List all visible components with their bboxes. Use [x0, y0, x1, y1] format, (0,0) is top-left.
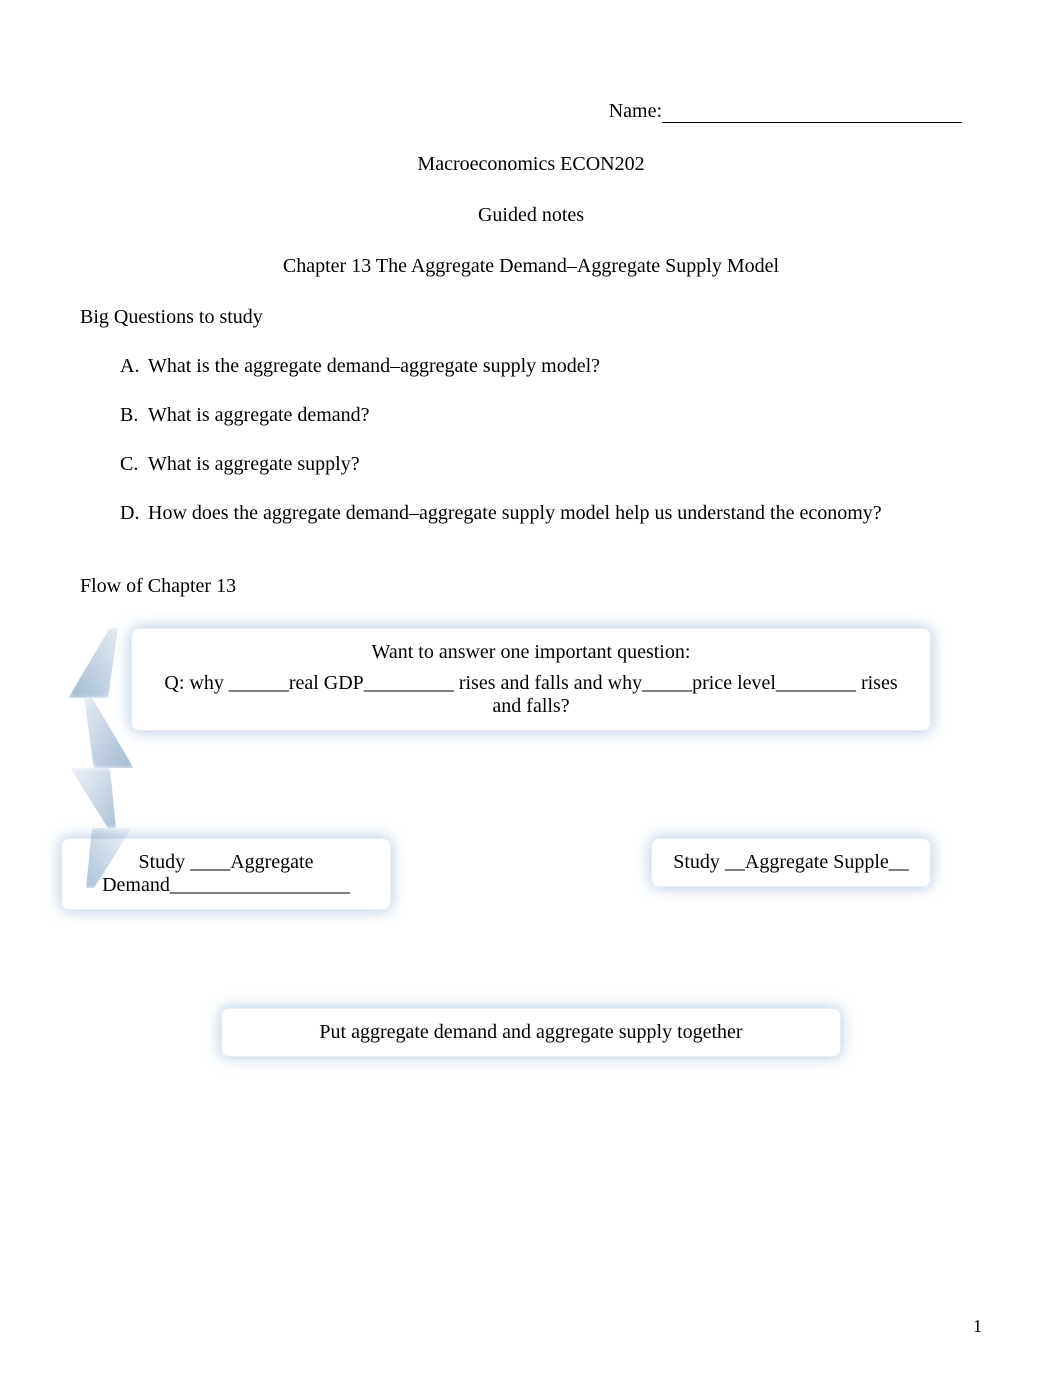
right-blank: __Aggregate Supple__	[725, 851, 909, 873]
flow-top-question: Q: why ______real GDP_________ rises and…	[152, 672, 910, 718]
list-item: D.How does the aggregate demand–aggregat…	[120, 502, 982, 525]
flow-right-box: Study __Aggregate Supple__	[651, 838, 931, 887]
flow-diagram: Want to answer one important question: Q…	[81, 628, 981, 1148]
subtitle: Guided notes	[80, 204, 982, 227]
course-title: Macroeconomics ECON202	[80, 153, 982, 176]
flow-top-box: Want to answer one important question: Q…	[131, 628, 931, 731]
flow-top-line1: Want to answer one important question:	[152, 641, 910, 664]
flow-chapter-title: Flow of Chapter 13	[80, 575, 982, 598]
arrow-icon	[70, 768, 132, 828]
list-marker: A.	[120, 355, 148, 378]
list-item: A.What is the aggregate demand–aggregate…	[120, 355, 982, 378]
list-item: B.What is aggregate demand?	[120, 404, 982, 427]
big-questions-list: A.What is the aggregate demand–aggregate…	[120, 355, 982, 525]
q-blank1: ______real GDP_________	[229, 672, 454, 694]
arrow-icon	[68, 628, 133, 698]
name-label: Name:	[609, 100, 662, 122]
arrow-icon	[68, 698, 133, 768]
list-marker: C.	[120, 453, 148, 476]
q-mid1: rises and falls and why	[454, 672, 642, 694]
list-marker: B.	[120, 404, 148, 427]
list-text: What is aggregate supply?	[148, 453, 360, 475]
list-text: What is the aggregate demand–aggregate s…	[148, 355, 600, 377]
list-item: C.What is aggregate supply?	[120, 453, 982, 476]
chapter-title: Chapter 13 The Aggregate Demand–Aggregat…	[80, 255, 982, 278]
name-blank-line	[662, 122, 962, 123]
q-blank2: _____price level________	[642, 672, 856, 694]
right-prefix: Study	[673, 851, 725, 873]
page-number: 1	[973, 1316, 982, 1337]
big-questions-heading: Big Questions to study	[80, 306, 982, 329]
list-text: What is aggregate demand?	[148, 404, 370, 426]
q-prefix: Q: why	[164, 672, 228, 694]
flow-bottom-box: Put aggregate demand and aggregate suppl…	[221, 1008, 841, 1057]
name-field-row: Name:	[80, 100, 982, 123]
flow-bottom-text: Put aggregate demand and aggregate suppl…	[319, 1021, 742, 1043]
left-prefix: Study	[139, 851, 191, 873]
list-marker: D.	[120, 502, 148, 525]
list-text: How does the aggregate demand–aggregate …	[148, 502, 882, 524]
